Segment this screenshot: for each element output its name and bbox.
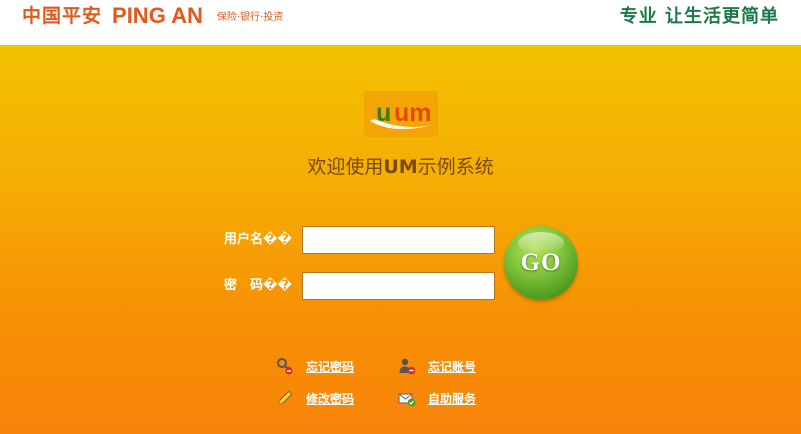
- brand-name-en: PING AN: [112, 3, 203, 28]
- go-button[interactable]: GO: [504, 226, 578, 300]
- key-icon: [277, 358, 293, 375]
- pingan-logo: 中国平安 PING AN 保险·银行·投资: [22, 4, 283, 28]
- brand-name-cn: 中国平安: [22, 5, 103, 27]
- um-logo-text: um: [394, 99, 432, 127]
- header-slogan: 专业 让生活更简单: [619, 6, 779, 27]
- welcome-suffix: 示例系统: [417, 156, 494, 178]
- svg-text:u: u: [376, 99, 391, 127]
- username-row: 用户名��: [0, 225, 801, 255]
- link-change-password-row: 修改密码: [276, 388, 354, 408]
- link-forgot-password-row: 忘记密码: [276, 356, 354, 376]
- welcome-prefix: 欢迎使用: [307, 156, 384, 178]
- username-label: 用户名��: [224, 232, 292, 247]
- top-header: 中国平安 PING AN 保险·银行·投资 专业 让生活更简单: [0, 0, 801, 45]
- login-panel: u um 欢迎使用UM示例系统 用户名�� 密 码�� GO 忘记密码 忘记账号…: [0, 45, 801, 434]
- user-remove-icon: [399, 358, 416, 375]
- um-logo: u um: [364, 91, 438, 137]
- welcome-title: 欢迎使用UM示例系统: [0, 155, 801, 179]
- self-service-link[interactable]: 自助服务: [428, 390, 476, 407]
- link-forgot-account-row: 忘记账号: [398, 356, 476, 376]
- forgot-account-link[interactable]: 忘记账号: [428, 358, 476, 375]
- username-input[interactable]: [302, 226, 495, 254]
- go-button-gloss: [518, 232, 564, 254]
- password-input[interactable]: [302, 272, 495, 300]
- password-label: 密 码��: [224, 278, 292, 293]
- pencil-icon: [278, 390, 293, 405]
- brand-tagline: 保险·银行·投资: [216, 11, 284, 23]
- link-self-service-row: 自助服务: [398, 388, 476, 408]
- change-password-link[interactable]: 修改密码: [306, 390, 354, 407]
- mail-service-icon: [398, 393, 416, 407]
- forgot-password-link[interactable]: 忘记密码: [306, 358, 354, 375]
- um-logo-icon: u um: [370, 99, 432, 130]
- password-row: 密 码��: [0, 271, 801, 301]
- welcome-highlight: UM: [383, 156, 418, 178]
